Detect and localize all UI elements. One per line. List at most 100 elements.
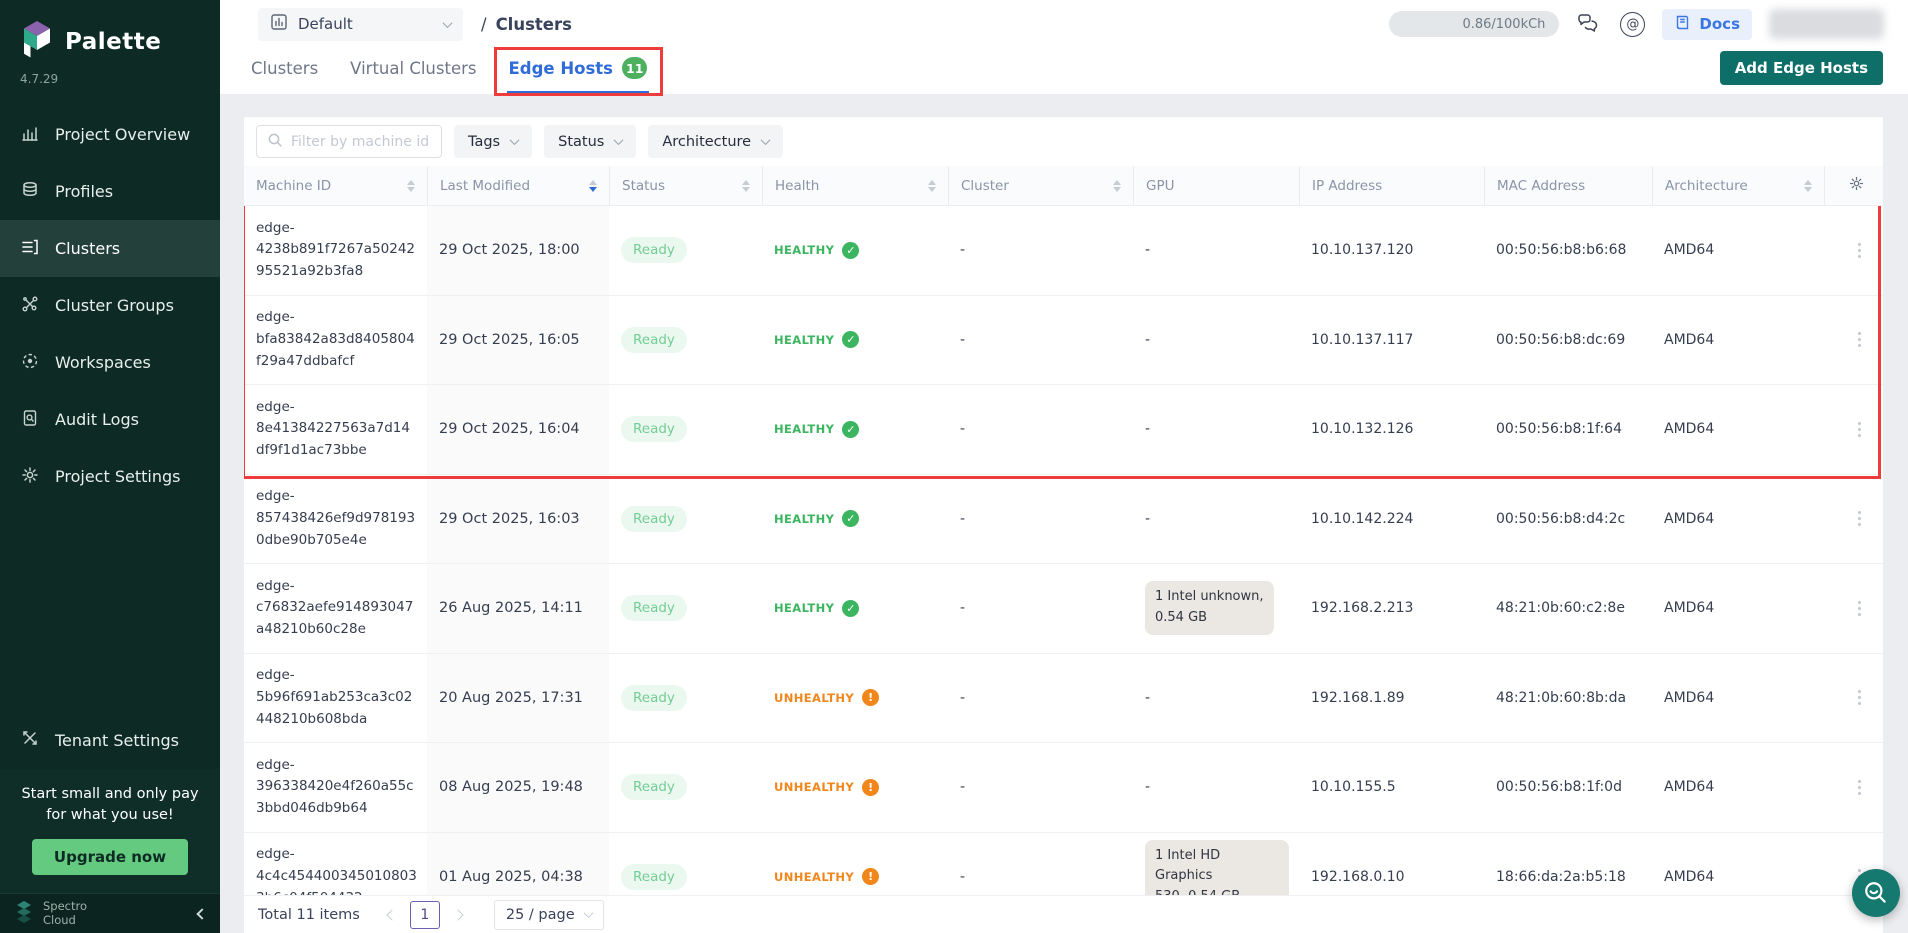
sidebar-item-cluster-groups[interactable]: Cluster Groups [0, 277, 220, 334]
column-settings[interactable] [1824, 166, 1883, 205]
tab-edge-hosts[interactable]: Edge Hosts 11 [507, 42, 650, 94]
row-actions-kebab-icon[interactable] [1858, 607, 1861, 610]
table-row[interactable]: edge-c76832aefe914893047a48210b60c28e 26… [244, 564, 1883, 654]
column-label: MAC Address [1497, 178, 1585, 194]
table-row[interactable]: edge-8e41384227563a7d14df9f1d1ac73bbe 29… [244, 385, 1883, 475]
sort-icon[interactable] [407, 180, 419, 192]
tab-virtual-clusters[interactable]: Virtual Clusters [348, 42, 478, 94]
sidebar-spacer [0, 505, 220, 712]
collapse-sidebar-icon[interactable] [196, 908, 207, 919]
health-cell: HEALTHY ✓ [762, 206, 948, 295]
column-header-last-modified[interactable]: Last Modified [427, 166, 609, 205]
last-modified-cell: 29 Oct 2025, 16:04 [427, 385, 609, 474]
row-actions-kebab-icon[interactable] [1858, 338, 1861, 341]
column-header-cluster[interactable]: Cluster [948, 166, 1133, 205]
column-header-health[interactable]: Health [762, 166, 948, 205]
mention-icon[interactable]: @ [1620, 12, 1645, 37]
machine-id-cell: edge-c76832aefe914893047a48210b60c28e [244, 564, 427, 653]
architecture-cell: AMD64 [1652, 833, 1824, 896]
row-actions-kebab-icon[interactable] [1858, 696, 1861, 699]
table-row[interactable]: edge-4238b891f7267a5024295521a92b3fa8 29… [244, 206, 1883, 296]
sort-icon[interactable] [1804, 180, 1816, 192]
health-cell: HEALTHY ✓ [762, 385, 948, 474]
user-account-blurred[interactable] [1769, 9, 1884, 39]
row-actions-kebab-icon[interactable] [1858, 786, 1861, 789]
sort-icon[interactable] [742, 180, 754, 192]
machine-id-value: edge-857438426ef9d9781930dbe90b705e4e [256, 486, 417, 551]
machine-id-search[interactable] [256, 125, 442, 158]
table-row[interactable]: edge-bfa83842a83d8405804f29a47ddbafcf 29… [244, 296, 1883, 386]
gpu-cell: 1 Intel unknown,0.54 GB [1133, 564, 1299, 653]
status-badge: Ready [621, 685, 687, 711]
next-page-icon[interactable] [452, 909, 463, 920]
upgrade-now-button[interactable]: Upgrade now [32, 839, 188, 875]
sidebar-item-label: Audit Logs [55, 410, 139, 429]
status-cell: Ready [609, 654, 762, 743]
total-items-label: Total 11 items [258, 907, 360, 923]
last-modified-cell: 29 Oct 2025, 16:03 [427, 475, 609, 564]
health-label: HEALTHY [774, 512, 834, 526]
table-row[interactable]: edge-857438426ef9d9781930dbe90b705e4e 29… [244, 475, 1883, 565]
gpu-value: - [1145, 421, 1150, 437]
mac-address-cell: 48:21:0b:60:c2:8e [1484, 564, 1652, 653]
chat-icon[interactable] [1576, 12, 1603, 36]
column-header-architecture[interactable]: Architecture [1652, 166, 1824, 205]
sidebar-item-label: Clusters [55, 239, 120, 258]
tags-filter-dropdown[interactable]: Tags [454, 125, 532, 158]
app-version: 4.7.29 [0, 68, 220, 94]
gpu-value: - [1145, 332, 1150, 348]
machine-id-cell: edge-5b96f691ab253ca3c02448210b608bda [244, 654, 427, 743]
table-row[interactable]: edge-396338420e4f260a55c3bbd046db9b64 08… [244, 743, 1883, 833]
ip-address-cell: 192.168.2.213 [1299, 564, 1484, 653]
health-status-icon: ✓ [842, 331, 859, 348]
status-cell: Ready [609, 564, 762, 653]
tab-clusters[interactable]: Clusters [249, 42, 320, 94]
ip-address-cell: 192.168.1.89 [1299, 654, 1484, 743]
sidebar-item-project-settings[interactable]: Project Settings [0, 448, 220, 505]
cluster-cell: - [948, 564, 1133, 653]
last-modified-cell: 29 Oct 2025, 18:00 [427, 206, 609, 295]
sort-icon[interactable] [1113, 180, 1125, 192]
table-row[interactable]: edge-4c4c4544003450108033b6c04f504432 01… [244, 833, 1883, 896]
gpu-value: 1 Intel unknown,0.54 GB [1145, 581, 1274, 635]
sidebar-item-audit-logs[interactable]: Audit Logs [0, 391, 220, 448]
row-actions-cell [1824, 564, 1883, 653]
breadcrumb-separator: / [481, 15, 487, 34]
cluster-cell: - [948, 743, 1133, 832]
help-chat-button[interactable] [1852, 869, 1900, 917]
sidebar-item-label: Workspaces [55, 353, 151, 372]
sidebar-item-project-overview[interactable]: Project Overview [0, 106, 220, 163]
docs-button[interactable]: Docs [1662, 9, 1752, 40]
status-filter-dropdown[interactable]: Status [544, 125, 636, 158]
cluster-cell: - [948, 206, 1133, 295]
table-settings-gear-icon[interactable] [1848, 175, 1865, 196]
page-size-selector[interactable]: 25 / page [494, 900, 604, 930]
cluster-cell: - [948, 385, 1133, 474]
status-badge: Ready [621, 864, 687, 890]
architecture-filter-dropdown[interactable]: Architecture [648, 125, 783, 158]
sidebar-item-tenant-settings[interactable]: Tenant Settings [0, 712, 220, 769]
sort-icon[interactable] [589, 180, 601, 192]
column-header-status[interactable]: Status [609, 166, 762, 205]
ip-address-cell: 10.10.137.117 [1299, 296, 1484, 385]
page-number-button[interactable]: 1 [410, 901, 440, 929]
health-status-icon: ! [862, 689, 879, 706]
search-input[interactable] [291, 134, 431, 150]
project-selector[interactable]: Default [258, 8, 463, 41]
table-row[interactable]: edge-5b96f691ab253ca3c02448210b608bda 20… [244, 654, 1883, 744]
column-header-machine-id[interactable]: Machine ID [244, 166, 427, 205]
status-cell: Ready [609, 743, 762, 832]
sidebar-item-workspaces[interactable]: Workspaces [0, 334, 220, 391]
row-actions-kebab-icon[interactable] [1858, 249, 1861, 252]
row-actions-kebab-icon[interactable] [1858, 517, 1861, 520]
target-icon [20, 351, 40, 375]
add-edge-hosts-button[interactable]: Add Edge Hosts [1720, 51, 1883, 85]
ip-address-cell: 10.10.137.120 [1299, 206, 1484, 295]
sidebar-item-clusters[interactable]: Clusters [0, 220, 220, 277]
row-actions-kebab-icon[interactable] [1858, 428, 1861, 431]
previous-page-icon[interactable] [386, 909, 397, 920]
sort-icon[interactable] [928, 180, 940, 192]
sidebar-item-profiles[interactable]: Profiles [0, 163, 220, 220]
machine-id-cell: edge-bfa83842a83d8405804f29a47ddbafcf [244, 296, 427, 385]
machine-id-value: edge-c76832aefe914893047a48210b60c28e [256, 576, 417, 641]
